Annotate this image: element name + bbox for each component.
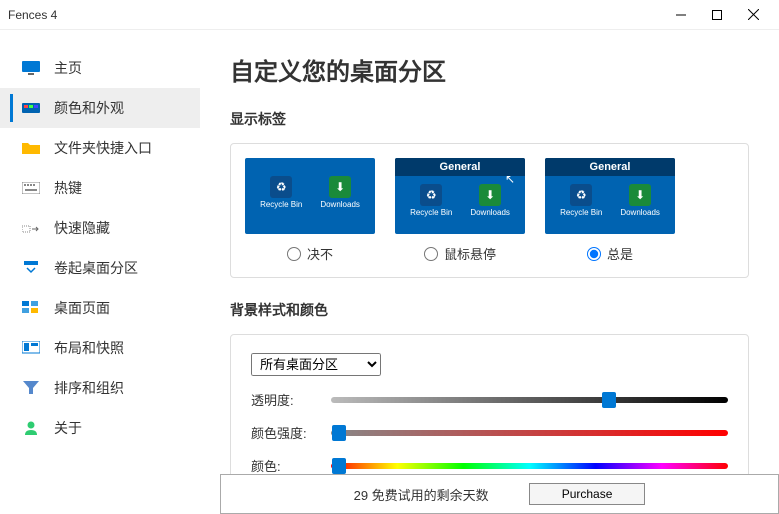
hue-thumb[interactable]: [332, 458, 346, 474]
sidebar-item-label: 颜色和外观: [54, 98, 124, 118]
intensity-slider-row: 颜色强度:: [251, 423, 728, 442]
trial-text: 29 免费试用的剩余天数: [354, 485, 489, 504]
sidebar-item-folder-portals[interactable]: 文件夹快捷入口: [0, 128, 200, 168]
radio-always-label: 总是: [607, 244, 633, 263]
layout-icon: [22, 341, 40, 355]
sidebar-item-home[interactable]: 主页: [0, 48, 200, 88]
label-option-never: ♻Recycle Bin ⬇Downloads 决不: [245, 158, 375, 263]
sidebar: 主页 颜色和外观 文件夹快捷入口 热键 快速隐藏 卷起桌面分区 桌面页面 布局: [0, 30, 200, 514]
main-panel: 自定义您的桌面分区 显示标签 ♻Recycle Bin ⬇Downloads 决…: [200, 30, 779, 514]
hide-icon: [22, 221, 40, 235]
radio-hover[interactable]: 鼠标悬停: [424, 244, 496, 263]
preview-hover[interactable]: General ↖ ♻Recycle Bin ⬇Downloads: [395, 158, 525, 234]
radio-always[interactable]: 总是: [587, 244, 633, 263]
label-option-hover: General ↖ ♻Recycle Bin ⬇Downloads 鼠标悬停: [395, 158, 525, 263]
monitor-icon: [22, 61, 40, 75]
radio-hover-label: 鼠标悬停: [444, 244, 496, 263]
trial-bar: 29 免费试用的剩余天数 Purchase: [220, 474, 779, 514]
sidebar-item-quick-hide[interactable]: 快速隐藏: [0, 208, 200, 248]
filter-icon: [22, 381, 40, 395]
show-labels-section: 显示标签 ♻Recycle Bin ⬇Downloads 决不: [230, 109, 749, 278]
label-previews: ♻Recycle Bin ⬇Downloads 决不 General ↖: [230, 143, 749, 278]
window-controls: [663, 1, 771, 29]
page-title: 自定义您的桌面分区: [230, 52, 749, 87]
content-area: 主页 颜色和外观 文件夹快捷入口 热键 快速隐藏 卷起桌面分区 桌面页面 布局: [0, 30, 779, 514]
grid-icon: [22, 301, 40, 315]
radio-never[interactable]: 决不: [287, 244, 333, 263]
close-button[interactable]: [735, 1, 771, 29]
cursor-icon: ↖: [505, 172, 515, 186]
intensity-thumb[interactable]: [332, 425, 346, 441]
sidebar-item-appearance[interactable]: 颜色和外观: [0, 88, 200, 128]
sidebar-item-label: 桌面页面: [54, 298, 110, 318]
sidebar-item-label: 卷起桌面分区: [54, 258, 138, 278]
window-title: Fences 4: [8, 8, 663, 22]
sidebar-item-about[interactable]: 关于: [0, 408, 200, 448]
preview-always[interactable]: General ♻Recycle Bin ⬇Downloads: [545, 158, 675, 234]
sidebar-item-hotkeys[interactable]: 热键: [0, 168, 200, 208]
maximize-button[interactable]: [699, 1, 735, 29]
opacity-thumb[interactable]: [602, 392, 616, 408]
sidebar-item-label: 主页: [54, 58, 82, 78]
opacity-slider-row: 透明度:: [251, 390, 728, 409]
sidebar-item-label: 热键: [54, 178, 82, 198]
sidebar-item-label: 排序和组织: [54, 378, 124, 398]
bg-style-section: 背景样式和颜色 所有桌面分区 透明度: 颜色强度:: [230, 300, 749, 490]
sidebar-item-layout[interactable]: 布局和快照: [0, 328, 200, 368]
hue-slider-row: 颜色:: [251, 456, 728, 475]
sidebar-item-desktop-pages[interactable]: 桌面页面: [0, 288, 200, 328]
sidebar-item-label: 布局和快照: [54, 338, 124, 358]
sidebar-item-label: 关于: [54, 418, 82, 438]
section-title-bg: 背景样式和颜色: [230, 300, 749, 320]
scope-dropdown[interactable]: 所有桌面分区: [251, 353, 381, 376]
palette-icon: [22, 101, 40, 115]
minimize-button[interactable]: [663, 1, 699, 29]
purchase-button[interactable]: Purchase: [529, 483, 646, 505]
radio-never-input[interactable]: [287, 247, 301, 261]
radio-always-input[interactable]: [587, 247, 601, 261]
intensity-slider[interactable]: [331, 430, 728, 436]
hue-label: 颜色:: [251, 456, 331, 475]
keyboard-icon: [22, 181, 40, 195]
radio-hover-input[interactable]: [424, 247, 438, 261]
bg-panel: 所有桌面分区 透明度: 颜色强度: 颜色:: [230, 334, 749, 490]
preview-never[interactable]: ♻Recycle Bin ⬇Downloads: [245, 158, 375, 234]
sidebar-item-label: 文件夹快捷入口: [54, 138, 152, 158]
sidebar-item-label: 快速隐藏: [54, 218, 110, 238]
hue-slider[interactable]: [331, 463, 728, 469]
section-title-show-labels: 显示标签: [230, 109, 749, 129]
label-option-always: General ♻Recycle Bin ⬇Downloads 总是: [545, 158, 675, 263]
opacity-label: 透明度:: [251, 390, 331, 409]
folder-icon: [22, 141, 40, 155]
sidebar-item-sorting[interactable]: 排序和组织: [0, 368, 200, 408]
titlebar: Fences 4: [0, 0, 779, 30]
intensity-label: 颜色强度:: [251, 423, 331, 442]
rollup-icon: [22, 261, 40, 275]
opacity-slider[interactable]: [331, 397, 728, 403]
person-icon: [22, 421, 40, 435]
sidebar-item-rollup[interactable]: 卷起桌面分区: [0, 248, 200, 288]
radio-never-label: 决不: [307, 244, 333, 263]
